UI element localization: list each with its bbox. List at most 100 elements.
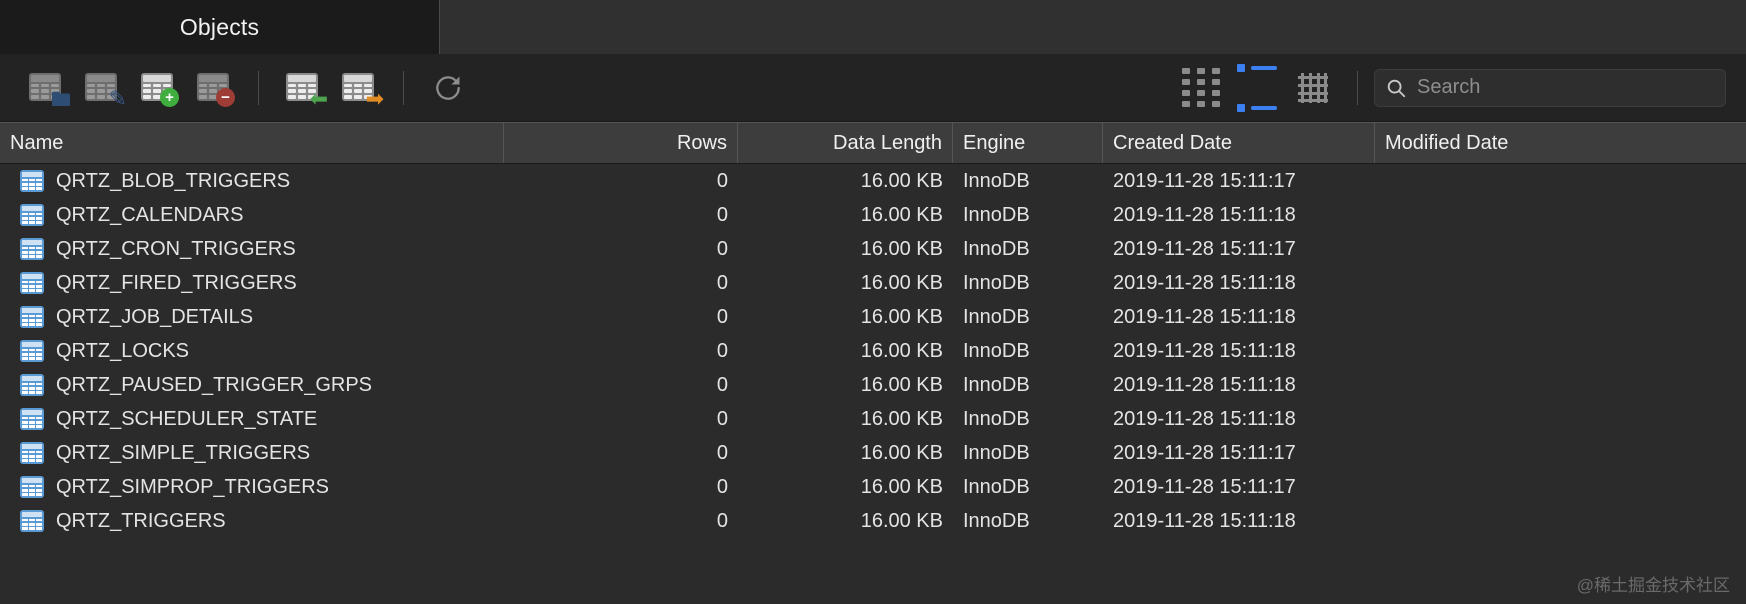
table-row[interactable]: QRTZ_CRON_TRIGGERS016.00 KBInnoDB2019-11… [0,232,1746,266]
toolbar: 🖿 ✎ + − [0,54,1746,122]
cell-created_date: 2019-11-28 15:11:18 [1103,272,1375,295]
objects-table-body[interactable]: QRTZ_BLOB_TRIGGERS016.00 KBInnoDB2019-11… [0,164,1746,604]
tab-bar-empty-area [440,0,1746,54]
toolbar-separator-3 [1357,71,1358,105]
cell-rows: 0 [504,272,738,295]
grid-view-button[interactable] [1173,66,1229,110]
table-object-icon [20,476,44,498]
table-row[interactable]: QRTZ_SIMPLE_TRIGGERS016.00 KBInnoDB2019-… [0,436,1746,470]
table-object-name: QRTZ_CRON_TRIGGERS [56,238,296,261]
table-object-icon [20,204,44,226]
cell-rows: 0 [504,204,738,227]
cell-name: QRTZ_SIMPLE_TRIGGERS [0,442,504,465]
cell-created_date: 2019-11-28 15:11:18 [1103,374,1375,397]
cell-name: QRTZ_CRON_TRIGGERS [0,238,504,261]
cell-rows: 0 [504,306,738,329]
new-table-button[interactable]: + [130,63,186,113]
toolbar-table-actions: 🖿 ✎ + − [18,63,476,113]
arrow-left-icon: ⬅ [310,88,328,110]
table-object-name: QRTZ_LOCKS [56,340,189,363]
table-row[interactable]: QRTZ_CALENDARS 016.00 KBInnoDB2019-11-28 … [0,198,1746,232]
table-delete-icon: − [197,73,231,103]
table-row[interactable]: QRTZ_FIRED_TRIGGERS 016.00 KBInnoDB2019-1… [0,266,1746,300]
cell-rows: 0 [504,442,738,465]
import-wizard-button[interactable]: ⬅ [275,63,331,113]
column-header-engine[interactable]: Engine [953,123,1103,163]
cell-rows: 0 [504,510,738,533]
table-object-name: QRTZ_CALENDARS [56,204,243,227]
tab-bar: Objects [0,0,1746,54]
cell-rows: 0 [504,476,738,499]
cell-name: QRTZ_CALENDARS [0,204,504,227]
table-open-icon: 🖿 [29,73,63,103]
table-object-icon [20,272,44,294]
table-object-name: QRTZ_SIMPLE_TRIGGERS [56,442,310,465]
cell-rows: 0 [504,340,738,363]
export-wizard-button[interactable]: ➡ [331,63,387,113]
cell-engine: InnoDB [953,272,1103,295]
mesh-grid-icon [1298,73,1328,103]
table-import-icon: ⬅ [286,73,320,103]
table-row[interactable]: QRTZ_JOB_DETAILS016.00 KBInnoDB2019-11-2… [0,300,1746,334]
cell-created_date: 2019-11-28 15:11:17 [1103,170,1375,193]
cell-engine: InnoDB [953,408,1103,431]
cell-data_length: 16.00 KB [738,442,953,465]
design-table-button[interactable]: ✎ [74,63,130,113]
cell-data_length: 16.00 KB [738,476,953,499]
table-new-icon: + [141,73,175,103]
cell-name: QRTZ_FIRED_TRIGGERS [0,272,504,295]
detail-view-button[interactable] [1285,66,1341,110]
table-object-name: QRTZ_SCHEDULER_STATE [56,408,317,431]
refresh-button[interactable] [420,63,476,113]
table-object-name: QRTZ_PAUSED_TRIGGER_GRPS [56,374,372,397]
cell-name: QRTZ_TRIGGERS [0,510,504,533]
cell-engine: InnoDB [953,340,1103,363]
table-object-icon [20,374,44,396]
table-row[interactable]: QRTZ_TRIGGERS016.00 KBInnoDB2019-11-28 1… [0,504,1746,538]
cell-rows: 0 [504,170,738,193]
tab-objects-label: Objects [180,14,259,41]
cell-engine: InnoDB [953,442,1103,465]
search-field[interactable] [1374,69,1726,107]
cell-created_date: 2019-11-28 15:11:18 [1103,306,1375,329]
cell-engine: InnoDB [953,204,1103,227]
table-row[interactable]: QRTZ_SIMPROP_TRIGGERS016.00 KBInnoDB2019… [0,470,1746,504]
table-object-icon [20,408,44,430]
table-row[interactable]: QRTZ_LOCKS016.00 KBInnoDB2019-11-28 15:1… [0,334,1746,368]
table-design-icon: ✎ [85,73,119,103]
cell-created_date: 2019-11-28 15:11:18 [1103,204,1375,227]
search-input[interactable] [1415,75,1715,100]
table-object-name: QRTZ_BLOB_TRIGGERS [56,170,290,193]
table-object-name: QRTZ_SIMPROP_TRIGGERS [56,476,329,499]
table-object-icon [20,170,44,192]
cell-engine: InnoDB [953,238,1103,261]
column-header-name[interactable]: Name [0,123,504,163]
tab-objects[interactable]: Objects [0,0,440,54]
cell-created_date: 2019-11-28 15:11:18 [1103,510,1375,533]
table-row[interactable]: QRTZ_BLOB_TRIGGERS016.00 KBInnoDB2019-11… [0,164,1746,198]
objects-browser-window: Objects 🖿 ✎ + [0,0,1746,604]
column-header-modified_date[interactable]: Modified Date [1375,123,1746,163]
table-object-icon [20,340,44,362]
column-header-created_date[interactable]: Created Date [1103,123,1375,163]
table-row[interactable]: QRTZ_PAUSED_TRIGGER_GRPS016.00 KBInnoDB2… [0,368,1746,402]
table-row[interactable]: QRTZ_SCHEDULER_STATE016.00 KBInnoDB2019-… [0,402,1746,436]
column-header-rows[interactable]: Rows [504,123,738,163]
cell-data_length: 16.00 KB [738,306,953,329]
toolbar-separator-2 [403,71,404,105]
cell-created_date: 2019-11-28 15:11:17 [1103,238,1375,261]
open-table-button[interactable]: 🖿 [18,63,74,113]
list-view-button[interactable] [1229,66,1285,110]
cell-name: QRTZ_SIMPROP_TRIGGERS [0,476,504,499]
delete-table-button[interactable]: − [186,63,242,113]
cell-data_length: 16.00 KB [738,408,953,431]
cell-engine: InnoDB [953,476,1103,499]
column-header-data_length[interactable]: Data Length [738,123,953,163]
table-object-name: QRTZ_FIRED_TRIGGERS [56,272,297,295]
cell-name: QRTZ_BLOB_TRIGGERS [0,170,504,193]
cell-data_length: 16.00 KB [738,374,953,397]
cell-created_date: 2019-11-28 15:11:18 [1103,408,1375,431]
cell-data_length: 16.00 KB [738,272,953,295]
cell-data_length: 16.00 KB [738,204,953,227]
folder-icon: 🖿 [51,90,71,110]
